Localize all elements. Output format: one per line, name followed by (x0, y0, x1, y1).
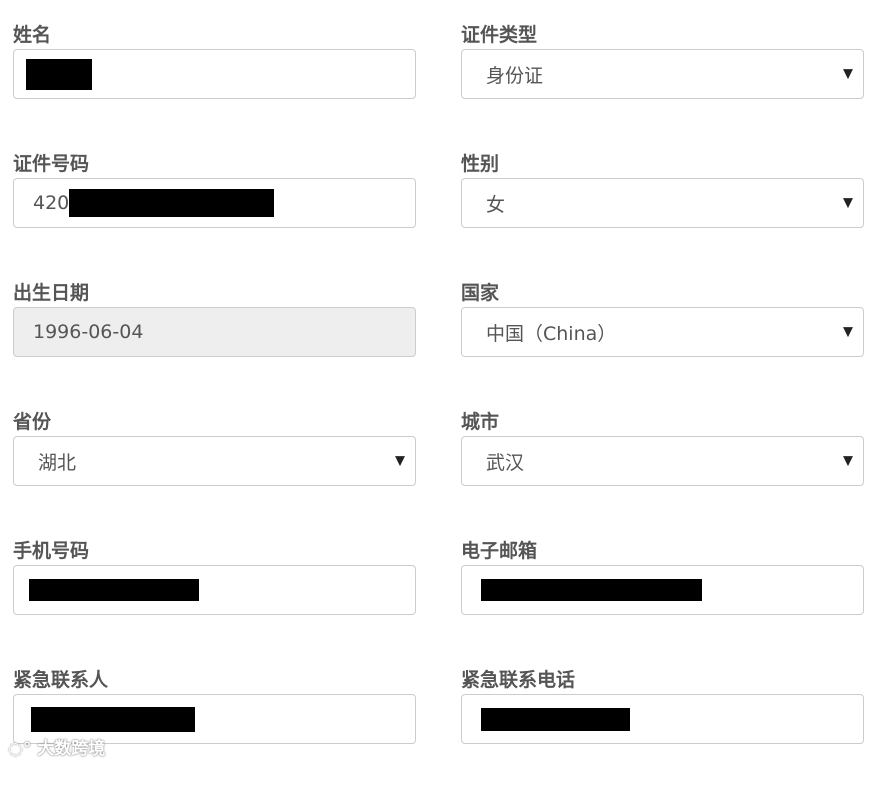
name-input[interactable] (13, 49, 416, 99)
city-label: 城市 (461, 411, 500, 433)
province-value: 湖北 (38, 451, 77, 474)
country-label: 国家 (461, 282, 500, 304)
email-input[interactable] (461, 565, 864, 615)
redacted-value (29, 579, 199, 601)
watermark-icon: ◌° (8, 739, 32, 759)
email-label: 电子邮箱 (461, 540, 538, 562)
birth-date-label: 出生日期 (13, 282, 90, 304)
country-field-group: 国家 中国（China） ▼ (461, 280, 864, 409)
chevron-down-icon: ▼ (843, 66, 853, 82)
gender-label: 性别 (461, 153, 500, 175)
province-label: 省份 (13, 411, 52, 433)
id-type-field-group: 证件类型 身份证 ▼ (461, 22, 864, 151)
id-type-select[interactable]: 身份证 ▼ (461, 49, 864, 99)
watermark-text: 大数跨境 (37, 739, 106, 759)
personal-info-form: 姓名 证件类型 身份证 ▼ 证件号码 420 性别 女 ▼ 出生日期 1996-… (13, 22, 864, 796)
country-value: 中国（China） (486, 322, 617, 345)
id-number-input[interactable]: 420 (13, 178, 416, 228)
chevron-down-icon: ▼ (843, 324, 853, 340)
watermark-logo: ◌° 大数跨境 (8, 734, 105, 759)
city-field-group: 城市 武汉 ▼ (461, 409, 864, 538)
province-select[interactable]: 湖北 ▼ (13, 436, 416, 486)
id-number-field-group: 证件号码 420 (13, 151, 416, 280)
country-select[interactable]: 中国（China） ▼ (461, 307, 864, 357)
emergency-contact-field-group: 紧急联系人 (13, 667, 416, 796)
redacted-value (69, 189, 275, 217)
gender-select[interactable]: 女 ▼ (461, 178, 864, 228)
emergency-contact-label: 紧急联系人 (13, 669, 109, 691)
redacted-value (26, 58, 92, 90)
emergency-phone-field-group: 紧急联系电话 (461, 667, 864, 796)
birth-date-input: 1996-06-04 (13, 307, 416, 357)
chevron-down-icon: ▼ (843, 195, 853, 211)
redacted-value (31, 706, 195, 732)
redacted-value (481, 707, 630, 731)
city-select[interactable]: 武汉 ▼ (461, 436, 864, 486)
chevron-down-icon: ▼ (395, 453, 405, 469)
birth-date-field-group: 出生日期 1996-06-04 (13, 280, 416, 409)
emergency-phone-label: 紧急联系电话 (461, 669, 576, 691)
phone-input[interactable] (13, 565, 416, 615)
phone-label: 手机号码 (13, 540, 90, 562)
email-field-group: 电子邮箱 (461, 538, 864, 667)
chevron-down-icon: ▼ (843, 453, 853, 469)
gender-value: 女 (486, 193, 506, 216)
gender-field-group: 性别 女 ▼ (461, 151, 864, 280)
phone-field-group: 手机号码 (13, 538, 416, 667)
redacted-value (481, 579, 702, 601)
birth-date-value: 1996-06-04 (33, 321, 144, 343)
id-number-prefix: 420 (33, 192, 70, 214)
name-label: 姓名 (13, 24, 52, 46)
id-number-label: 证件号码 (13, 153, 90, 175)
emergency-phone-input[interactable] (461, 694, 864, 744)
id-type-value: 身份证 (486, 64, 544, 87)
name-field-group: 姓名 (13, 22, 416, 151)
id-type-label: 证件类型 (461, 24, 538, 46)
province-field-group: 省份 湖北 ▼ (13, 409, 416, 538)
city-value: 武汉 (486, 451, 525, 474)
